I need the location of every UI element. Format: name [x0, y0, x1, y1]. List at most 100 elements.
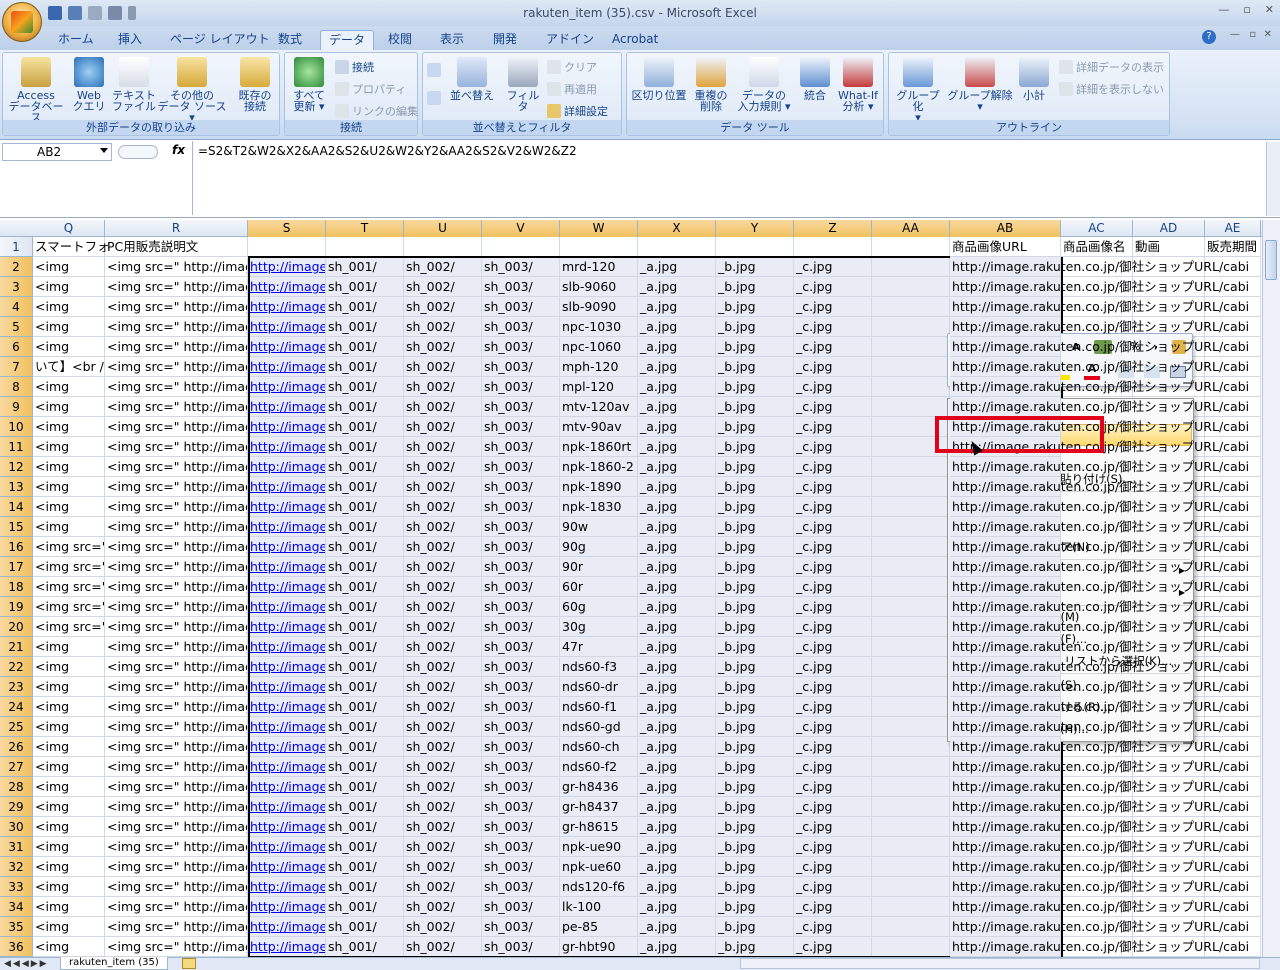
cell-u[interactable]: sh_002/	[404, 817, 482, 837]
cell-aa[interactable]	[872, 337, 950, 357]
cell-q[interactable]: <img	[33, 677, 105, 697]
cell-q[interactable]: <img	[33, 937, 105, 957]
cell-r[interactable]: <img src=" http://imag	[105, 577, 248, 597]
cell-v[interactable]: sh_003/	[482, 317, 560, 337]
cell-aa[interactable]	[872, 397, 950, 417]
cell-r[interactable]: <img src=" http://imag	[105, 457, 248, 477]
cell-aa[interactable]	[872, 617, 950, 637]
cell-u[interactable]: sh_002/	[404, 717, 482, 737]
cell-y[interactable]: _b.jpg	[716, 697, 794, 717]
cell-u[interactable]: sh_002/	[404, 537, 482, 557]
column-header-aa[interactable]: AA	[872, 220, 950, 237]
cell-y[interactable]: _b.jpg	[716, 677, 794, 697]
cell-t[interactable]: sh_001/	[326, 837, 404, 857]
cell-x[interactable]: _a.jpg	[638, 337, 716, 357]
show-detail-button[interactable]: 詳細データの表示	[1059, 59, 1164, 75]
cell-r[interactable]: <img src=" http://imag	[105, 337, 248, 357]
tab-insert[interactable]: 挿入	[110, 30, 150, 50]
row-header[interactable]: 31	[0, 837, 33, 857]
cell-r[interactable]: PC用販売説明文	[105, 237, 248, 257]
cell-v[interactable]: sh_003/	[482, 877, 560, 897]
cell-aa[interactable]	[872, 257, 950, 277]
row-header[interactable]: 13	[0, 477, 33, 497]
cell-t[interactable]: sh_001/	[326, 517, 404, 537]
cell-z[interactable]: _c.jpg	[794, 257, 872, 277]
properties-button[interactable]: プロパティ	[335, 81, 406, 97]
cell-x[interactable]: _a.jpg	[638, 757, 716, 777]
cell-aa[interactable]	[872, 897, 950, 917]
cell-s[interactable]: http://image	[248, 617, 326, 637]
existing-connections-button[interactable]: 既存の 接続	[233, 57, 277, 112]
cell-ab[interactable]: http://image.rakuten.co.jp/御社ショップURL/cab…	[950, 757, 1249, 777]
cell-x[interactable]: _a.jpg	[638, 457, 716, 477]
cell-aa[interactable]	[872, 457, 950, 477]
cell-x[interactable]: _a.jpg	[638, 277, 716, 297]
cell-z[interactable]: _c.jpg	[794, 397, 872, 417]
cell-s[interactable]: http://image	[248, 477, 326, 497]
cell-z[interactable]: _c.jpg	[794, 937, 872, 957]
cell-r[interactable]: <img src=" http://imag	[105, 537, 248, 557]
cell-s[interactable]: http://image	[248, 437, 326, 457]
cell-aa[interactable]	[872, 817, 950, 837]
help-icon[interactable]: ?	[1202, 30, 1216, 44]
cell-ab[interactable]: http://image.rakuten.co.jp/御社ショップURL/cab…	[950, 297, 1249, 317]
filter-button[interactable]: フィルタ	[503, 57, 543, 112]
cell-v[interactable]: sh_003/	[482, 717, 560, 737]
cell-x[interactable]: _a.jpg	[638, 697, 716, 717]
cell-u[interactable]: sh_002/	[404, 337, 482, 357]
cell-z[interactable]: _c.jpg	[794, 277, 872, 297]
cell-u[interactable]: sh_002/	[404, 857, 482, 877]
web-query-button[interactable]: Web クエリ	[69, 57, 109, 112]
cell-x[interactable]: _a.jpg	[638, 817, 716, 837]
cell-y[interactable]: _b.jpg	[716, 597, 794, 617]
cell-q[interactable]: <img	[33, 277, 105, 297]
cell-ad[interactable]: 動画	[1133, 237, 1205, 257]
row-header[interactable]: 5	[0, 317, 33, 337]
cell-t[interactable]: sh_001/	[326, 557, 404, 577]
cell-s[interactable]	[248, 237, 326, 257]
cell-t[interactable]: sh_001/	[326, 797, 404, 817]
cell-z[interactable]: _c.jpg	[794, 457, 872, 477]
cell-v[interactable]: sh_003/	[482, 397, 560, 417]
cell-v[interactable]: sh_003/	[482, 897, 560, 917]
cell-u[interactable]: sh_002/	[404, 777, 482, 797]
cell-ab[interactable]: http://image.rakuten.co.jp/御社ショップURL/cab…	[950, 937, 1249, 957]
cell-u[interactable]: sh_002/	[404, 277, 482, 297]
cell-s[interactable]: http://image	[248, 317, 326, 337]
cell-u[interactable]: sh_002/	[404, 617, 482, 637]
cell-x[interactable]: _a.jpg	[638, 357, 716, 377]
cell-aa[interactable]	[872, 357, 950, 377]
refresh-all-button[interactable]: すべて 更新 ▾	[289, 57, 329, 112]
tab-page-layout[interactable]: ページ レイアウト	[162, 30, 278, 50]
cell-x[interactable]	[638, 237, 716, 257]
cell-aa[interactable]	[872, 517, 950, 537]
cell-v[interactable]	[482, 237, 560, 257]
cell-t[interactable]: sh_001/	[326, 317, 404, 337]
cell-v[interactable]: sh_003/	[482, 297, 560, 317]
cell-q[interactable]: <img src="	[33, 577, 105, 597]
cell-y[interactable]: _b.jpg	[716, 577, 794, 597]
cell-s[interactable]: http://image	[248, 557, 326, 577]
row-header[interactable]: 28	[0, 777, 33, 797]
cell-w[interactable]: npk-1860-2	[560, 457, 638, 477]
column-header-ad[interactable]: AD	[1133, 220, 1205, 237]
cell-q[interactable]: <img	[33, 397, 105, 417]
cell-aa[interactable]	[872, 577, 950, 597]
cell-r[interactable]: <img src=" http://imag	[105, 697, 248, 717]
cell-w[interactable]: 90r	[560, 557, 638, 577]
cell-x[interactable]: _a.jpg	[638, 877, 716, 897]
cell-y[interactable]: _b.jpg	[716, 877, 794, 897]
formula-bar-scrollbar[interactable]	[1266, 142, 1280, 216]
tab-acrobat[interactable]: Acrobat	[604, 30, 666, 50]
cell-u[interactable]: sh_002/	[404, 357, 482, 377]
row-header[interactable]: 35	[0, 917, 33, 937]
cell-y[interactable]: _b.jpg	[716, 357, 794, 377]
cell-x[interactable]: _a.jpg	[638, 637, 716, 657]
cell-aa[interactable]	[872, 677, 950, 697]
cell-x[interactable]: _a.jpg	[638, 617, 716, 637]
cell-x[interactable]: _a.jpg	[638, 597, 716, 617]
cell-r[interactable]: <img src=" http://imag	[105, 557, 248, 577]
cell-ab[interactable]: http://image.rakuten.co.jp/御社ショップURL/cab…	[950, 397, 1249, 417]
row-header[interactable]: 24	[0, 697, 33, 717]
cell-q[interactable]: <img	[33, 457, 105, 477]
